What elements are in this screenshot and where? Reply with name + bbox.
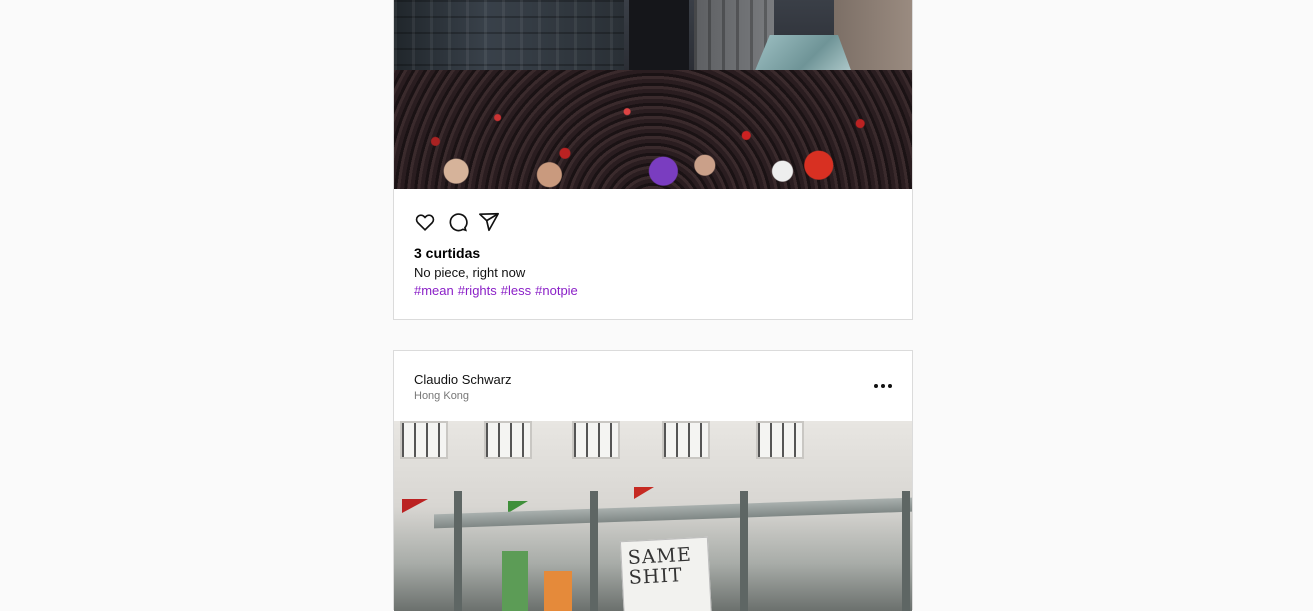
image-flag — [402, 499, 428, 513]
post-image[interactable] — [394, 0, 912, 189]
image-crowd — [394, 70, 912, 189]
post-username[interactable]: Claudio Schwarz — [414, 372, 512, 387]
image-post — [902, 491, 910, 611]
image-window — [572, 421, 620, 459]
post-location[interactable]: Hong Kong — [414, 390, 469, 402]
likes-count[interactable]: 3 curtidas — [414, 245, 480, 261]
image-canopy — [434, 497, 912, 529]
image-flag-orange — [544, 571, 572, 611]
image-post — [590, 491, 598, 611]
image-post — [740, 491, 748, 611]
send-icon[interactable] — [478, 211, 500, 233]
post-card: Claudio Schwarz Hong Kong SAME SHIT — [393, 350, 913, 611]
post-image[interactable]: SAME SHIT — [394, 421, 912, 611]
post-caption: No piece, right now — [414, 265, 526, 280]
image-window — [484, 421, 532, 459]
hashtag-link[interactable]: #mean — [414, 283, 454, 298]
image-post — [454, 491, 462, 611]
image-window — [756, 421, 804, 459]
image-window — [400, 421, 448, 459]
hashtag-list: #mean #rights #less #notpie — [414, 283, 578, 298]
image-flag-green — [502, 551, 528, 611]
hashtag-link[interactable]: #rights — [458, 283, 497, 298]
heart-icon[interactable] — [414, 211, 436, 233]
more-options-icon[interactable] — [872, 379, 894, 393]
post-header: Claudio Schwarz Hong Kong — [394, 351, 912, 421]
image-window — [662, 421, 710, 459]
comment-icon[interactable] — [446, 211, 468, 233]
hashtag-link[interactable]: #less — [501, 283, 531, 298]
hashtag-link[interactable]: #notpie — [535, 283, 578, 298]
sign-text: SAME SHIT — [627, 543, 693, 589]
post-card: 3 curtidas No piece, right now #mean #ri… — [393, 0, 913, 320]
image-flag — [634, 487, 654, 499]
post-actions — [414, 211, 500, 233]
